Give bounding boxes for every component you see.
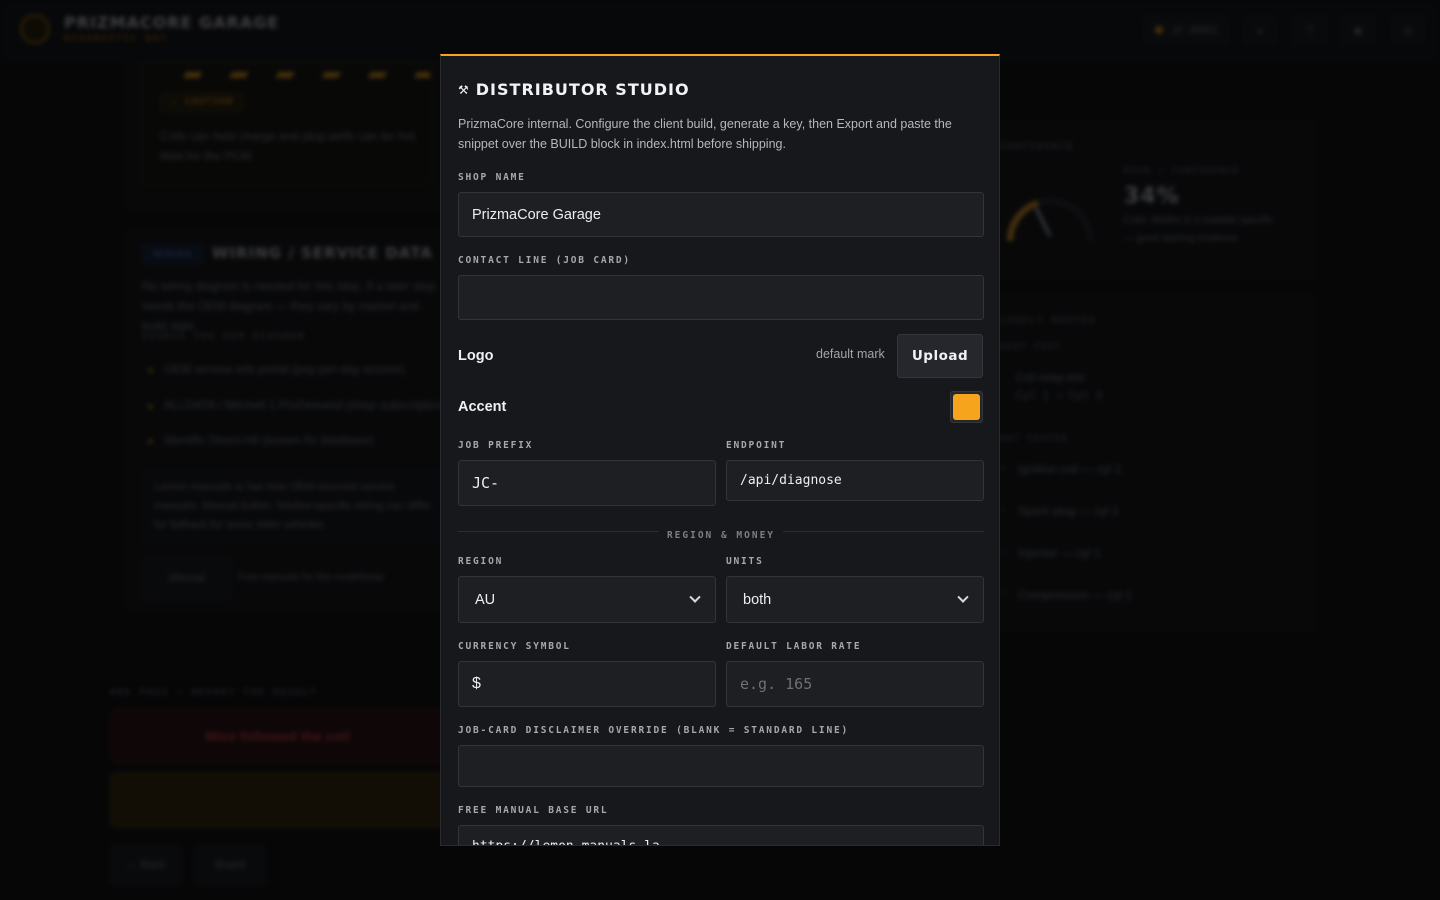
chevron-down-icon [689,591,701,603]
disclaimer-label: JOB-CARD DISCLAIMER OVERRIDE (BLANK = ST… [458,725,850,736]
job-prefix-input[interactable] [458,460,716,506]
accent-swatch [953,394,980,420]
labor-rate-label: DEFAULT LABOR RATE [726,641,862,652]
units-select-value: both [743,591,772,608]
section-title: REGION & MONEY [658,530,784,541]
disclaimer-input[interactable] [458,745,984,787]
units-label: UNITS [726,556,764,567]
currency-label: CURRENCY SYMBOL [458,641,571,652]
units-select[interactable]: both [726,576,984,623]
logo-label: Logo [458,348,494,364]
tools-icon: ⚒ [458,82,470,97]
accent-label: Accent [458,399,507,415]
manual-url-input[interactable] [458,825,984,845]
upload-button[interactable]: Upload [897,334,983,378]
contact-label: CONTACT LINE (JOB CARD) [458,255,631,266]
chevron-down-icon [957,591,969,603]
accent-color-picker[interactable] [950,391,983,423]
endpoint-input[interactable] [726,460,984,501]
contact-input[interactable] [458,275,984,320]
distributor-studio-modal: ⚒ DISTRIBUTOR STUDIO PrizmaCore internal… [440,54,1000,846]
modal-title-text: DISTRIBUTOR STUDIO [475,80,690,99]
region-select-value: AU [475,591,496,608]
job-prefix-label: JOB PREFIX [458,440,534,451]
endpoint-label: ENDPOINT [726,440,787,451]
currency-input[interactable] [458,661,716,707]
shop-name-input[interactable] [458,192,984,237]
region-select[interactable]: AU [458,576,716,623]
region-label: REGION [458,556,504,567]
labor-rate-input[interactable] [726,661,984,707]
logo-status: default mark [816,347,885,361]
modal-intro: PrizmaCore internal. Configure the clien… [458,117,952,151]
modal-title: ⚒ DISTRIBUTOR STUDIO [458,80,690,99]
section-divider-label: REGION & MONEY [441,525,999,543]
manual-url-label: FREE MANUAL BASE URL [458,805,609,816]
shop-name-label: SHOP NAME [458,172,526,183]
